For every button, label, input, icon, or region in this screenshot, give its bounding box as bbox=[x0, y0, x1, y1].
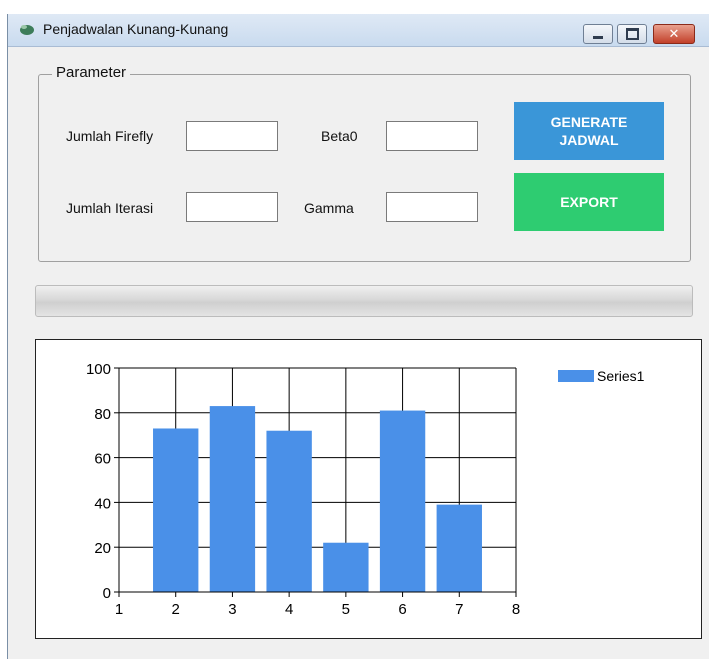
generate-jadwal-label: GENERATE JADWAL bbox=[550, 114, 628, 148]
window-title: Penjadwalan Kunang-Kunang bbox=[43, 21, 229, 37]
progress-bar bbox=[35, 285, 693, 317]
bar bbox=[209, 406, 256, 592]
x-tick-label: 1 bbox=[115, 601, 123, 618]
generate-jadwal-button[interactable]: GENERATE JADWAL bbox=[514, 102, 664, 160]
y-tick-label: 100 bbox=[86, 361, 111, 378]
chart-panel: 0 20 40 60 80 100 1 2 3 4 5 6 7 8 Series1 bbox=[35, 339, 702, 639]
x-tick-label: 2 bbox=[172, 601, 180, 618]
beta0-label: Beta0 bbox=[321, 128, 358, 144]
jumlah-firefly-label: Jumlah Firefly bbox=[66, 128, 154, 144]
x-tick-label: 4 bbox=[285, 601, 293, 618]
bar-chart: 0 20 40 60 80 100 1 2 3 4 5 6 7 8 Series1 bbox=[86, 361, 645, 618]
jumlah-firefly-input[interactable] bbox=[186, 121, 278, 151]
y-tick-label: 80 bbox=[94, 406, 111, 423]
legend-label: Series1 bbox=[597, 368, 645, 384]
parameter-group-title: Parameter bbox=[52, 64, 131, 81]
y-tick-label: 60 bbox=[94, 451, 111, 468]
close-icon: ✕ bbox=[668, 26, 680, 42]
title-bar[interactable]: Penjadwalan Kunang-Kunang ✕ bbox=[8, 14, 709, 47]
parameter-groupbox: Parameter Jumlah Firefly Beta0 Jumlah It… bbox=[38, 64, 691, 262]
legend-swatch bbox=[558, 370, 594, 382]
bar bbox=[436, 504, 482, 592]
x-tick-label: 7 bbox=[455, 601, 463, 618]
x-tick-label: 8 bbox=[512, 601, 520, 618]
bar bbox=[379, 410, 426, 592]
gamma-input[interactable] bbox=[386, 192, 478, 222]
minimize-icon bbox=[593, 35, 603, 39]
bar bbox=[153, 428, 199, 592]
gamma-label: Gamma bbox=[304, 200, 354, 216]
firefly-app-icon bbox=[20, 25, 34, 35]
app-window: Penjadwalan Kunang-Kunang ✕ Parameter Ju… bbox=[7, 14, 709, 659]
x-tick-label: 6 bbox=[398, 601, 406, 618]
minimize-button[interactable] bbox=[583, 24, 613, 44]
export-button[interactable]: EXPORT bbox=[514, 173, 664, 231]
jumlah-iterasi-label: Jumlah Iterasi bbox=[66, 200, 154, 216]
bar bbox=[266, 430, 312, 592]
jumlah-iterasi-input[interactable] bbox=[186, 192, 278, 222]
maximize-button[interactable] bbox=[617, 24, 647, 44]
x-tick-label: 3 bbox=[228, 601, 236, 618]
y-tick-label: 40 bbox=[94, 495, 111, 512]
x-tick-label: 5 bbox=[342, 601, 350, 618]
beta0-input[interactable] bbox=[386, 121, 478, 151]
maximize-icon bbox=[625, 28, 639, 40]
close-button[interactable]: ✕ bbox=[653, 24, 695, 44]
y-tick-label: 0 bbox=[103, 585, 111, 602]
bar bbox=[323, 542, 369, 592]
y-tick-label: 20 bbox=[94, 540, 111, 557]
export-label: EXPORT bbox=[560, 194, 618, 210]
